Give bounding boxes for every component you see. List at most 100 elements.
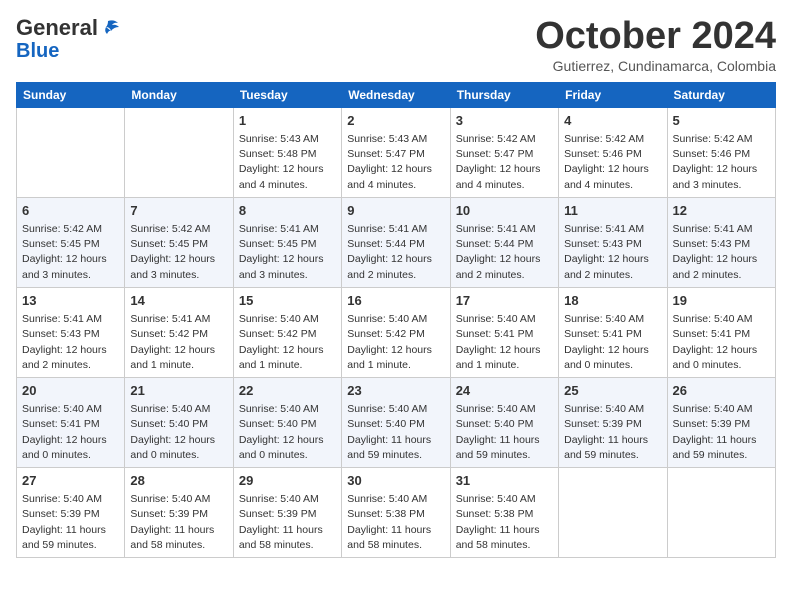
- day-info: Sunrise: 5:42 AM Sunset: 5:45 PM Dayligh…: [22, 222, 119, 283]
- calendar-cell: 24 Sunrise: 5:40 AM Sunset: 5:40 PM Dayli…: [450, 377, 558, 467]
- weekday-header-row: SundayMondayTuesdayWednesdayThursdayFrid…: [17, 82, 776, 107]
- calendar-cell: 28Sunrise: 5:40 AM Sunset: 5:39 PM Dayli…: [125, 468, 233, 558]
- day-info: Sunrise: 5:40 AM Sunset: 5:39 PM Dayligh…: [564, 402, 661, 463]
- calendar-cell: 29 Sunrise: 5:40 AM Sunset: 5:39 PM Dayli…: [233, 468, 341, 558]
- title-area: October 2024 Gutierrez, Cundinamarca, Co…: [535, 16, 776, 74]
- day-info: Sunrise: 5:40 AM Sunset: 5:38 PM Dayligh…: [347, 492, 444, 553]
- day-info: Sunrise: 5:40 AM Sunset: 5:40 PM Dayligh…: [347, 402, 444, 463]
- day-number: 4: [564, 112, 661, 130]
- calendar-cell: 1 Sunrise: 5:43 AM Sunset: 5:48 PM Daylig…: [233, 107, 341, 197]
- day-number: 19: [673, 292, 770, 310]
- day-info: Sunrise: 5:40 AM Sunset: 5:39 PM Dayligh…: [22, 492, 119, 553]
- weekday-header-saturday: Saturday: [667, 82, 775, 107]
- calendar-cell: 14 Sunrise: 5:41 AM Sunset: 5:42 PM Dayli…: [125, 287, 233, 377]
- weekday-header-wednesday: Wednesday: [342, 82, 450, 107]
- day-number: 21: [130, 382, 227, 400]
- calendar-cell: 13 Sunrise: 5:41 AM Sunset: 5:43 PM Dayli…: [17, 287, 125, 377]
- day-info: Sunrise: 5:40 AM Sunset: 5:39 PM Dayligh…: [673, 402, 770, 463]
- calendar-cell: 19 Sunrise: 5:40 AM Sunset: 5:41 PM Dayli…: [667, 287, 775, 377]
- calendar-cell: 30 Sunrise: 5:40 AM Sunset: 5:38 PM Dayli…: [342, 468, 450, 558]
- day-number: 9: [347, 202, 444, 220]
- calendar-cell: 26 Sunrise: 5:40 AM Sunset: 5:39 PM Dayli…: [667, 377, 775, 467]
- page-header: General Blue October 2024 Gutierrez, Cun…: [16, 16, 776, 74]
- day-number: 28: [130, 472, 227, 490]
- day-info: Sunrise: 5:40 AM Sunset: 5:39 PM Dayligh…: [239, 492, 336, 553]
- day-info: Sunrise: 5:42 AM Sunset: 5:45 PM Dayligh…: [130, 222, 227, 283]
- calendar-cell: 27 Sunrise: 5:40 AM Sunset: 5:39 PM Dayli…: [17, 468, 125, 558]
- day-info: Sunrise: 5:41 AM Sunset: 5:44 PM Dayligh…: [456, 222, 553, 283]
- day-number: 31: [456, 472, 553, 490]
- calendar-cell: [17, 107, 125, 197]
- day-number: 13: [22, 292, 119, 310]
- day-number: 5: [673, 112, 770, 130]
- day-number: 1: [239, 112, 336, 130]
- day-number: 27: [22, 472, 119, 490]
- calendar-cell: 31 Sunrise: 5:40 AM Sunset: 5:38 PM Dayli…: [450, 468, 558, 558]
- weekday-header-friday: Friday: [559, 82, 667, 107]
- calendar-cell: 25 Sunrise: 5:40 AM Sunset: 5:39 PM Dayli…: [559, 377, 667, 467]
- calendar-cell: 8 Sunrise: 5:41 AM Sunset: 5:45 PM Daylig…: [233, 197, 341, 287]
- day-number: 16: [347, 292, 444, 310]
- day-number: 26: [673, 382, 770, 400]
- day-info: Sunrise: 5:41 AM Sunset: 5:43 PM Dayligh…: [673, 222, 770, 283]
- day-number: 25: [564, 382, 661, 400]
- calendar-cell: 23 Sunrise: 5:40 AM Sunset: 5:40 PM Dayli…: [342, 377, 450, 467]
- day-info: Sunrise: 5:41 AM Sunset: 5:43 PM Dayligh…: [564, 222, 661, 283]
- day-info: Sunrise: 5:42 AM Sunset: 5:46 PM Dayligh…: [564, 132, 661, 193]
- day-info: Sunrise: 5:40 AM Sunset: 5:41 PM Dayligh…: [673, 312, 770, 373]
- day-info: Sunrise: 5:40 AM Sunset: 5:41 PM Dayligh…: [22, 402, 119, 463]
- day-info: Sunrise: 5:40 AM Sunset: 5:42 PM Dayligh…: [347, 312, 444, 373]
- calendar-cell: [559, 468, 667, 558]
- day-number: 2: [347, 112, 444, 130]
- calendar-cell: 17Sunrise: 5:40 AM Sunset: 5:41 PM Dayli…: [450, 287, 558, 377]
- calendar-table: SundayMondayTuesdayWednesdayThursdayFrid…: [16, 82, 776, 558]
- day-info: Sunrise: 5:40 AM Sunset: 5:42 PM Dayligh…: [239, 312, 336, 373]
- day-info: Sunrise: 5:42 AM Sunset: 5:46 PM Dayligh…: [673, 132, 770, 193]
- day-number: 11: [564, 202, 661, 220]
- calendar-cell: 10 Sunrise: 5:41 AM Sunset: 5:44 PM Dayli…: [450, 197, 558, 287]
- calendar-week-row: 1 Sunrise: 5:43 AM Sunset: 5:48 PM Daylig…: [17, 107, 776, 197]
- calendar-cell: 20 Sunrise: 5:40 AM Sunset: 5:41 PM Dayli…: [17, 377, 125, 467]
- calendar-week-row: 13 Sunrise: 5:41 AM Sunset: 5:43 PM Dayli…: [17, 287, 776, 377]
- calendar-cell: 11 Sunrise: 5:41 AM Sunset: 5:43 PM Dayli…: [559, 197, 667, 287]
- day-number: 30: [347, 472, 444, 490]
- calendar-cell: 5 Sunrise: 5:42 AM Sunset: 5:46 PM Daylig…: [667, 107, 775, 197]
- month-title: October 2024: [535, 16, 776, 58]
- calendar-week-row: 6 Sunrise: 5:42 AM Sunset: 5:45 PM Daylig…: [17, 197, 776, 287]
- logo: General Blue: [16, 16, 122, 62]
- calendar-cell: 18Sunrise: 5:40 AM Sunset: 5:41 PM Dayli…: [559, 287, 667, 377]
- day-number: 18: [564, 292, 661, 310]
- day-info: Sunrise: 5:41 AM Sunset: 5:42 PM Dayligh…: [130, 312, 227, 373]
- weekday-header-tuesday: Tuesday: [233, 82, 341, 107]
- day-number: 3: [456, 112, 553, 130]
- day-info: Sunrise: 5:40 AM Sunset: 5:38 PM Dayligh…: [456, 492, 553, 553]
- day-info: Sunrise: 5:40 AM Sunset: 5:40 PM Dayligh…: [130, 402, 227, 463]
- day-number: 24: [456, 382, 553, 400]
- day-number: 20: [22, 382, 119, 400]
- day-number: 15: [239, 292, 336, 310]
- day-info: Sunrise: 5:40 AM Sunset: 5:41 PM Dayligh…: [456, 312, 553, 373]
- calendar-cell: 7Sunrise: 5:42 AM Sunset: 5:45 PM Daylig…: [125, 197, 233, 287]
- day-number: 14: [130, 292, 227, 310]
- day-info: Sunrise: 5:43 AM Sunset: 5:47 PM Dayligh…: [347, 132, 444, 193]
- day-info: Sunrise: 5:40 AM Sunset: 5:40 PM Dayligh…: [239, 402, 336, 463]
- day-number: 8: [239, 202, 336, 220]
- calendar-cell: [667, 468, 775, 558]
- day-number: 29: [239, 472, 336, 490]
- day-number: 22: [239, 382, 336, 400]
- day-info: Sunrise: 5:42 AM Sunset: 5:47 PM Dayligh…: [456, 132, 553, 193]
- calendar-cell: 15 Sunrise: 5:40 AM Sunset: 5:42 PM Dayli…: [233, 287, 341, 377]
- day-info: Sunrise: 5:43 AM Sunset: 5:48 PM Dayligh…: [239, 132, 336, 193]
- calendar-cell: 6 Sunrise: 5:42 AM Sunset: 5:45 PM Daylig…: [17, 197, 125, 287]
- day-info: Sunrise: 5:41 AM Sunset: 5:45 PM Dayligh…: [239, 222, 336, 283]
- calendar-cell: 4 Sunrise: 5:42 AM Sunset: 5:46 PM Daylig…: [559, 107, 667, 197]
- day-info: Sunrise: 5:41 AM Sunset: 5:43 PM Dayligh…: [22, 312, 119, 373]
- calendar-week-row: 20 Sunrise: 5:40 AM Sunset: 5:41 PM Dayli…: [17, 377, 776, 467]
- day-number: 23: [347, 382, 444, 400]
- logo-bird-icon: [100, 17, 122, 39]
- day-number: 10: [456, 202, 553, 220]
- day-info: Sunrise: 5:40 AM Sunset: 5:40 PM Dayligh…: [456, 402, 553, 463]
- calendar-cell: 3 Sunrise: 5:42 AM Sunset: 5:47 PM Daylig…: [450, 107, 558, 197]
- calendar-cell: 21 Sunrise: 5:40 AM Sunset: 5:40 PM Dayli…: [125, 377, 233, 467]
- day-number: 6: [22, 202, 119, 220]
